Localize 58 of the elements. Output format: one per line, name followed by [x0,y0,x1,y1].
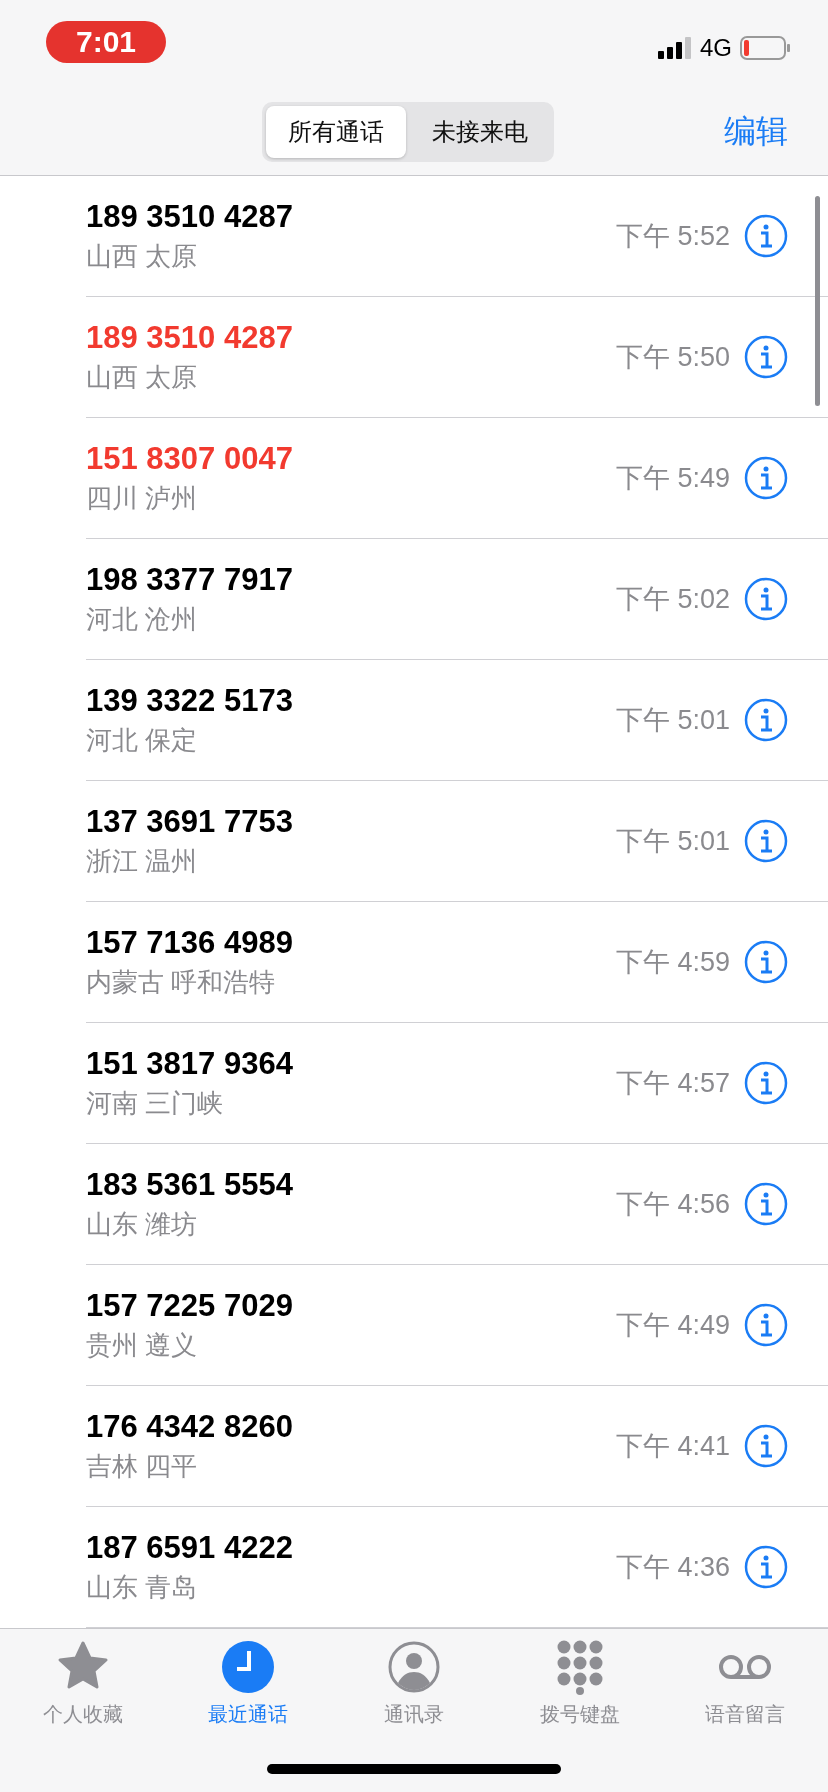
segment-tab[interactable]: 所有通话 [266,105,406,158]
info-icon[interactable] [744,1424,788,1468]
call-location: 内蒙古 呼和浩特 [86,965,277,999]
call-time: 下午 4:57 [615,1067,730,1100]
call-time: 下午 5:01 [615,704,730,737]
phone-number[interactable]: 176 4342 8260 [86,1408,616,1445]
info-icon[interactable] [744,1061,788,1105]
call-time: 下午 5:02 [615,583,730,616]
call-location: 浙江 温州 [86,844,199,878]
edit-button[interactable]: 编辑 [724,109,788,154]
info-icon[interactable] [744,940,788,984]
phone-number[interactable]: 189 3510 4287 [86,198,616,235]
call-location: 四川 泸州 [86,481,199,515]
call-time: 下午 5:50 [615,341,730,374]
phone-number[interactable]: 151 8307 0047 [86,440,616,477]
info-icon[interactable] [744,1303,788,1347]
call-location: 山西 太原 [86,239,199,273]
call-location: 河南 三门峡 [86,1086,225,1120]
person-icon [386,1639,442,1695]
phone-number[interactable]: 139 3322 5173 [86,682,616,719]
phone-number[interactable]: 151 3817 9364 [86,1045,616,1082]
call-location: 河北 保定 [86,723,199,757]
call-time: 下午 4:59 [615,946,730,979]
phone-number[interactable]: 187 6591 4222 [86,1529,616,1566]
info-icon[interactable] [744,819,788,863]
info-icon[interactable] [744,456,788,500]
call-time: 下午 4:36 [615,1551,730,1584]
info-icon[interactable] [744,214,788,258]
call-time: 下午 4:41 [615,1430,730,1463]
call-location: 山东 青岛 [86,1570,199,1604]
clock-icon [220,1639,277,1695]
tab-bar-item[interactable]: 最近通话 [165,1629,332,1792]
call-location: 山东 潍坊 [86,1207,199,1241]
info-icon[interactable] [744,335,788,379]
battery-icon [740,36,790,60]
phone-number[interactable]: 198 3377 7917 [86,561,616,598]
call-time: 下午 4:49 [615,1309,730,1342]
call-time: 下午 5:01 [615,825,730,858]
phone-number[interactable]: 157 7136 4989 [86,924,616,961]
call-location: 吉林 四平 [86,1449,199,1483]
info-icon[interactable] [744,1545,788,1589]
network-label: 4G [700,34,732,62]
signal-icon [658,37,692,59]
phone-number[interactable]: 157 7225 7029 [86,1287,616,1324]
phone-number[interactable]: 189 3510 4287 [86,319,616,356]
info-icon[interactable] [744,577,788,621]
phone-number[interactable]: 137 3691 7753 [86,803,616,840]
call-time: 下午 5:49 [615,462,730,495]
call-location: 河北 沧州 [86,602,199,636]
call-location: 山西 太原 [86,360,199,394]
call-location: 贵州 遵义 [86,1328,199,1362]
call-time-pill[interactable]: 7:01 [46,21,166,63]
phone-number[interactable]: 183 5361 5554 [86,1166,616,1203]
segment-tab[interactable]: 未接来电 [410,105,550,158]
info-icon[interactable] [744,698,788,742]
info-icon[interactable] [744,1182,788,1226]
call-time: 下午 4:56 [615,1188,730,1221]
call-time: 下午 5:52 [615,220,730,253]
